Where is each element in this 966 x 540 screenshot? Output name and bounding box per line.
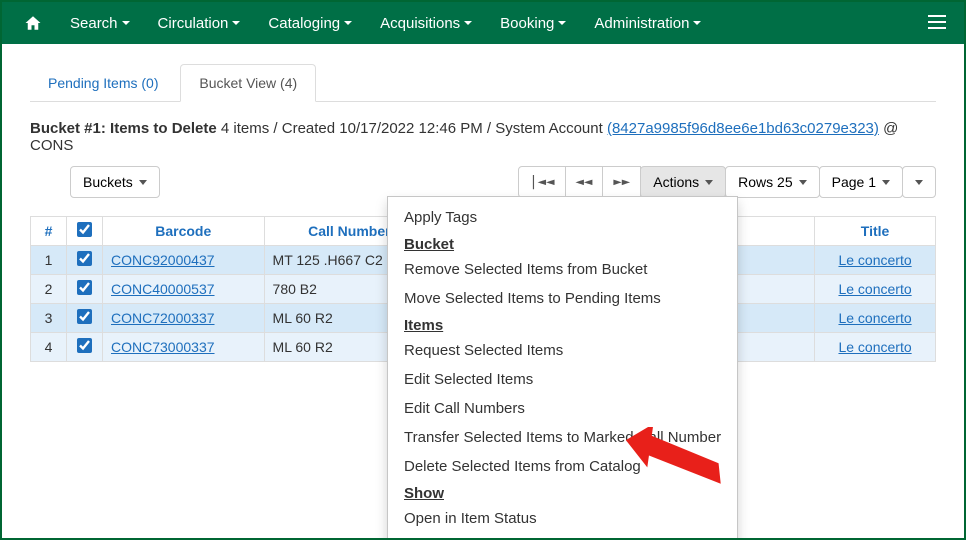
row-checkbox[interactable]: [77, 309, 92, 324]
tab-bucket-view[interactable]: Bucket View (4): [180, 64, 316, 102]
bucket-title: Bucket #1: Items to Delete: [30, 120, 217, 137]
row-checkbox[interactable]: [77, 338, 92, 353]
row-num: 4: [31, 333, 67, 362]
nav-booking[interactable]: Booking: [486, 2, 580, 44]
col-barcode[interactable]: Barcode: [103, 217, 265, 246]
menu-icon[interactable]: [918, 15, 956, 32]
title-link[interactable]: Le concerto: [838, 252, 911, 268]
barcode-link[interactable]: CONC40000537: [111, 281, 215, 297]
top-nav: Search Circulation Cataloging Acquisitio…: [2, 2, 964, 44]
barcode-link[interactable]: CONC73000337: [111, 339, 215, 355]
row-checkbox[interactable]: [77, 280, 92, 295]
bucket-hash-link[interactable]: (8427a9985f96d8ee6e1bd63c0279e323): [607, 120, 879, 137]
select-all-checkbox[interactable]: [77, 222, 92, 237]
nav-acquisitions[interactable]: Acquisitions: [366, 2, 486, 44]
title-link[interactable]: Le concerto: [838, 281, 911, 297]
nav-search[interactable]: Search: [56, 2, 144, 44]
tab-bar: Pending Items (0) Bucket View (4): [30, 64, 936, 102]
nav-cataloging[interactable]: Cataloging: [254, 2, 366, 44]
page-button[interactable]: Page 1: [819, 166, 903, 198]
menu-remove-from-bucket[interactable]: Remove Selected Items from Bucket: [388, 255, 737, 284]
menu-header-items: Items: [388, 313, 737, 336]
rows-button[interactable]: Rows 25: [725, 166, 819, 198]
home-icon[interactable]: [10, 2, 56, 44]
page-prev-button[interactable]: ◄◄: [565, 166, 604, 198]
title-link[interactable]: Le concerto: [838, 339, 911, 355]
row-num: 3: [31, 304, 67, 333]
buckets-button[interactable]: Buckets: [70, 166, 160, 198]
page-next-button[interactable]: ►►: [602, 166, 641, 198]
col-num: #: [31, 217, 67, 246]
row-num: 2: [31, 275, 67, 304]
barcode-link[interactable]: CONC72000337: [111, 310, 215, 326]
col-title[interactable]: Title: [815, 217, 936, 246]
menu-header-bucket: Bucket: [388, 232, 737, 255]
menu-request-items[interactable]: Request Selected Items: [388, 336, 737, 365]
menu-edit-items[interactable]: Edit Selected Items: [388, 365, 737, 394]
bucket-header: Bucket #1: Items to Delete 4 items / Cre…: [30, 120, 936, 154]
title-link[interactable]: Le concerto: [838, 310, 911, 326]
menu-header-show: Show: [388, 481, 737, 504]
nav-circulation[interactable]: Circulation: [144, 2, 255, 44]
row-num: 1: [31, 246, 67, 275]
menu-open-item-status[interactable]: Open in Item Status: [388, 504, 737, 533]
actions-button[interactable]: Actions: [640, 166, 726, 198]
menu-delete-items[interactable]: Delete Selected Items from Catalog: [388, 452, 737, 481]
col-check-all[interactable]: [67, 217, 103, 246]
bucket-meta: 4 items / Created 10/17/2022 12:46 PM / …: [221, 120, 603, 137]
menu-apply-tags[interactable]: Apply Tags: [388, 203, 737, 232]
menu-move-to-pending[interactable]: Move Selected Items to Pending Items: [388, 284, 737, 313]
nav-administration[interactable]: Administration: [580, 2, 715, 44]
page-first-button[interactable]: |◄◄: [518, 166, 565, 198]
menu-transfer-items[interactable]: Transfer Selected Items to Marked Call N…: [388, 423, 737, 452]
menu-edit-call-numbers[interactable]: Edit Call Numbers: [388, 394, 737, 423]
menu-print-labels[interactable]: Print Labels: [388, 533, 737, 540]
extra-dropdown-button[interactable]: [902, 166, 936, 198]
pager-nav: |◄◄ ◄◄ ►►: [518, 166, 641, 198]
barcode-link[interactable]: CONC92000437: [111, 252, 215, 268]
actions-menu: Apply Tags Bucket Remove Selected Items …: [387, 196, 738, 540]
row-checkbox[interactable]: [77, 251, 92, 266]
tab-pending[interactable]: Pending Items (0): [30, 65, 177, 101]
